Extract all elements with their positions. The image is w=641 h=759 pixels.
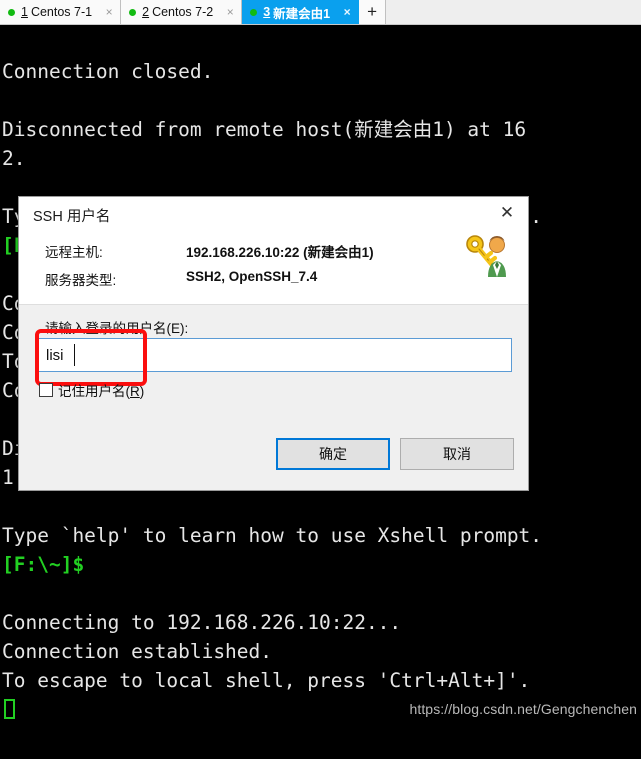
remember-label-pre: 记住用户名( — [58, 384, 130, 399]
tab-index: 1 — [21, 5, 28, 19]
username-prompt-label: 请输入登录的用户名(E): — [45, 321, 189, 336]
terminal-line: To escape to local shell, press 'Ctrl+Al… — [2, 669, 531, 692]
terminal-line: 2. — [2, 147, 26, 170]
tab-label: 新建会由1 — [273, 6, 331, 21]
key-user-icon — [466, 235, 506, 277]
tab-status-dot-icon — [250, 8, 258, 16]
terminal-line: Disconnected from remote host(新建会由1) at … — [2, 118, 527, 141]
close-icon[interactable]: × — [340, 6, 354, 18]
remote-host-label: 远程主机: — [45, 245, 103, 260]
ok-button[interactable]: 确定 — [276, 438, 390, 470]
new-tab-button[interactable]: + — [359, 0, 387, 24]
tab-index: 2 — [142, 5, 150, 19]
remember-label-post: ) — [139, 384, 145, 399]
tab-label: Centos 7-1 — [30, 5, 93, 19]
text-caret — [74, 344, 75, 366]
close-icon[interactable]: × — [223, 6, 237, 18]
terminal-line: Connection closed. — [2, 60, 214, 83]
watermark-text: https://blog.csdn.net/Gengchenchen — [409, 701, 637, 717]
checkbox-icon[interactable] — [39, 383, 53, 397]
close-icon[interactable]: × — [102, 6, 116, 18]
terminal-line: Connection established. — [2, 640, 273, 663]
remote-host-value: 192.168.226.10:22 (新建会由1) — [186, 245, 374, 260]
tab-new-session-1[interactable]: 3 新建会由1 × — [242, 0, 360, 24]
tab-bar-filler — [386, 0, 641, 24]
terminal-line: Connecting to 192.168.226.10:22... — [2, 611, 402, 634]
close-icon[interactable]: ✕ — [494, 201, 520, 225]
tab-status-dot-icon — [8, 8, 15, 16]
tab-centos-7-1[interactable]: 1 Centos 7-1 × — [0, 0, 122, 24]
tab-bar: 1 Centos 7-1 × 2 Centos 7-2 × 3 新建会由1 × … — [0, 0, 641, 25]
ssh-username-dialog: SSH 用户名 ✕ 远程主机: 192.168.226.10:22 (新建会由1… — [18, 196, 529, 491]
tab-centos-7-2[interactable]: 2 Centos 7-2 × — [121, 0, 243, 24]
remember-username-label: 记住用户名(R) — [58, 380, 144, 400]
dialog-header: SSH 用户名 ✕ 远程主机: 192.168.226.10:22 (新建会由1… — [19, 197, 528, 305]
dialog-body: 请输入登录的用户名(E): 记住用户名(R) 确定 取消 — [19, 305, 528, 491]
server-type-value: SSH2, OpenSSH_7.4 — [186, 269, 318, 284]
tab-index: 3 — [263, 5, 271, 19]
remember-label-accesskey: R — [130, 384, 140, 399]
terminal-line: [F:\~]$ — [2, 553, 85, 576]
terminal-cursor — [4, 699, 15, 719]
cancel-button[interactable]: 取消 — [400, 438, 514, 470]
dialog-title: SSH 用户名 — [33, 209, 111, 225]
tab-status-dot-icon — [129, 8, 137, 16]
terminal-line: Type `help' to learn how to use Xshell p… — [2, 524, 543, 547]
server-type-label: 服务器类型: — [45, 273, 117, 288]
tab-label: Centos 7-2 — [152, 5, 214, 19]
remember-username-checkbox-row[interactable]: 记住用户名(R) — [39, 380, 144, 400]
username-input[interactable] — [37, 338, 512, 372]
